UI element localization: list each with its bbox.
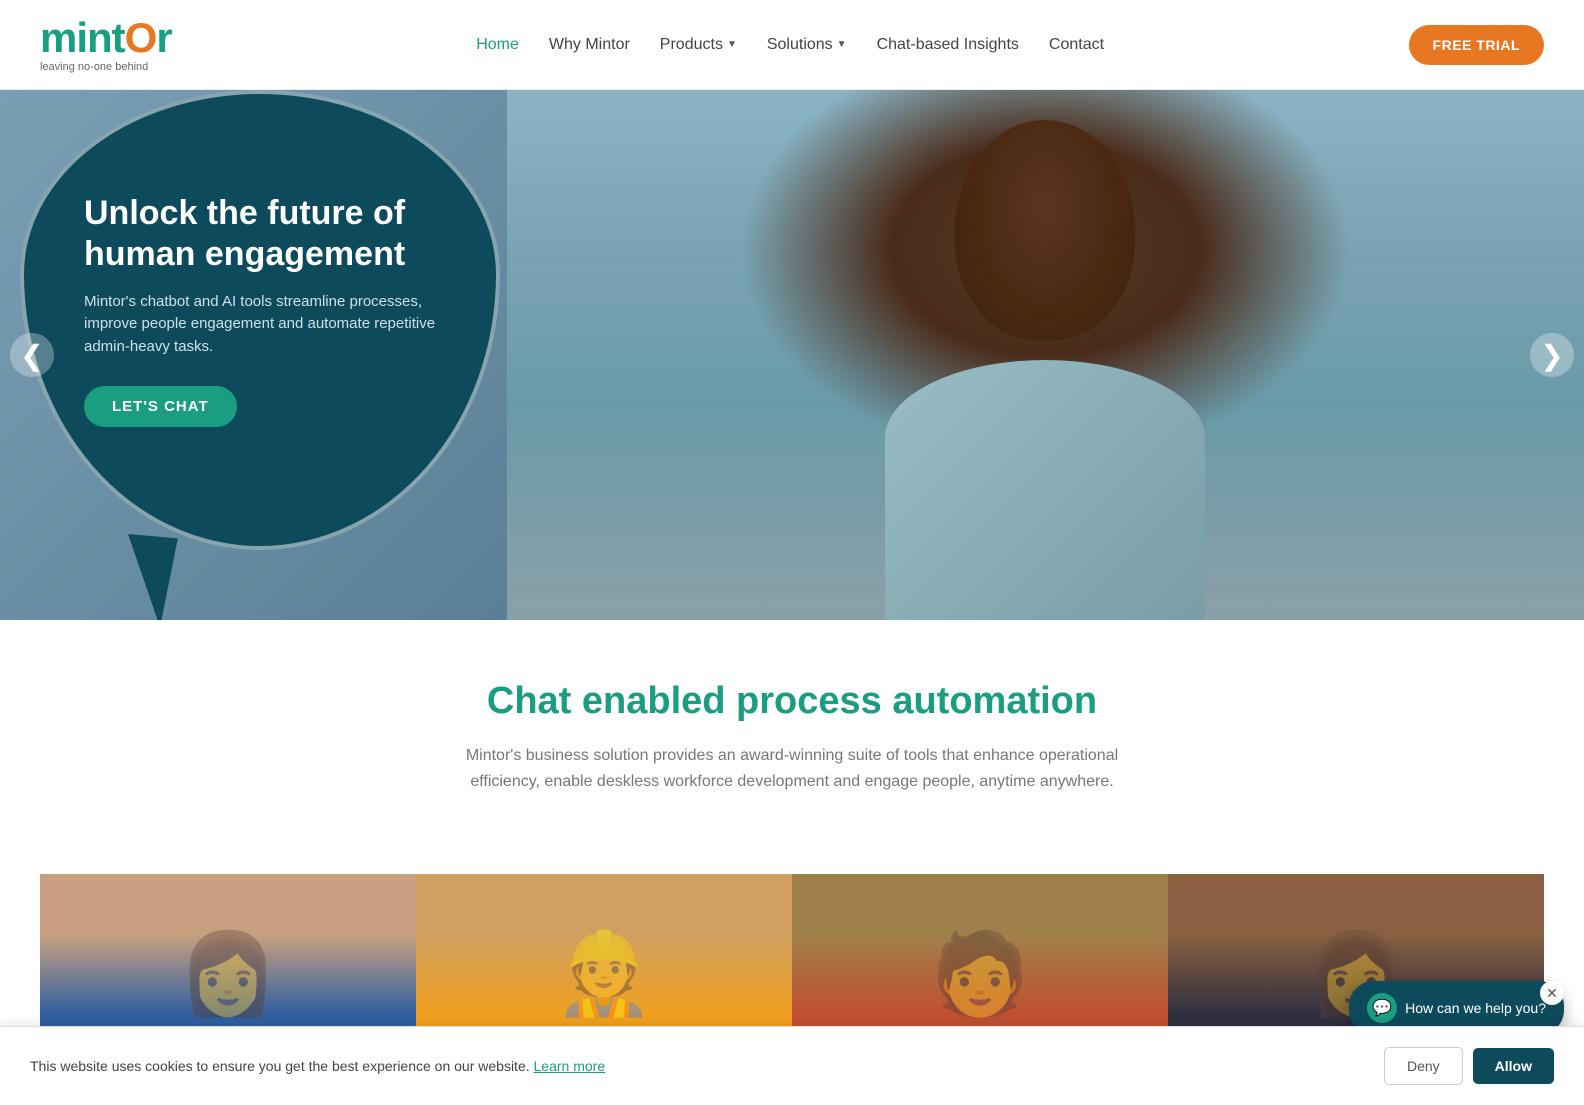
nav-chat-insights[interactable]: Chat-based Insights bbox=[877, 36, 1019, 54]
hero-photo-inner bbox=[507, 90, 1584, 620]
logo-tagline: leaving no-one behind bbox=[40, 61, 172, 73]
carousel-prev-button[interactable]: ❮ bbox=[10, 333, 54, 377]
logo-text: mintOr bbox=[40, 17, 172, 59]
chat-widget-icon: 💬 bbox=[1367, 993, 1397, 1023]
chat-widget-text: How can we help you? bbox=[1405, 1000, 1546, 1016]
nav-contact[interactable]: Contact bbox=[1049, 36, 1104, 54]
cookie-banner: This website uses cookies to ensure you … bbox=[0, 1026, 1584, 1105]
cookie-message-area: This website uses cookies to ensure you … bbox=[30, 1058, 605, 1074]
section-main-title: Chat enabled process automation bbox=[40, 680, 1544, 723]
logo[interactable]: mintOr leaving no-one behind bbox=[40, 17, 172, 73]
hero-image bbox=[507, 90, 1584, 620]
nav-why-mintor[interactable]: Why Mintor bbox=[549, 36, 630, 54]
chat-close-button[interactable]: ✕ bbox=[1540, 981, 1564, 1005]
lets-chat-button[interactable]: LET'S CHAT bbox=[84, 386, 237, 427]
cookie-message: This website uses cookies to ensure you … bbox=[30, 1058, 530, 1074]
cookie-allow-button[interactable]: Allow bbox=[1473, 1048, 1554, 1084]
nav-links: Home Why Mintor Products ▼ Solutions ▼ C… bbox=[476, 36, 1104, 54]
section-main-description: Mintor's business solution provides an a… bbox=[442, 743, 1142, 794]
free-trial-button[interactable]: FREE TRIAL bbox=[1409, 25, 1544, 65]
carousel-next-button[interactable]: ❯ bbox=[1530, 333, 1574, 377]
nav-products[interactable]: Products ▼ bbox=[660, 36, 737, 54]
solutions-dropdown-icon: ▼ bbox=[837, 39, 847, 50]
hero-title: Unlock the future of human engagement bbox=[84, 193, 436, 275]
cookie-buttons: Deny Allow bbox=[1384, 1047, 1554, 1085]
navbar: mintOr leaving no-one behind Home Why Mi… bbox=[0, 0, 1584, 90]
hero-sweater bbox=[885, 360, 1205, 620]
cookie-deny-button[interactable]: Deny bbox=[1384, 1047, 1463, 1085]
nav-solutions[interactable]: Solutions ▼ bbox=[767, 36, 847, 54]
nav-home[interactable]: Home bbox=[476, 36, 519, 54]
hero-face bbox=[955, 120, 1135, 340]
cookie-learn-more-link[interactable]: Learn more bbox=[534, 1058, 606, 1074]
products-dropdown-icon: ▼ bbox=[727, 39, 737, 50]
hero-subtitle: Mintor's chatbot and AI tools streamline… bbox=[84, 291, 436, 359]
hero-section: Unlock the future of human engagement Mi… bbox=[0, 90, 1584, 620]
chat-automation-section: Chat enabled process automation Mintor's… bbox=[0, 620, 1584, 874]
